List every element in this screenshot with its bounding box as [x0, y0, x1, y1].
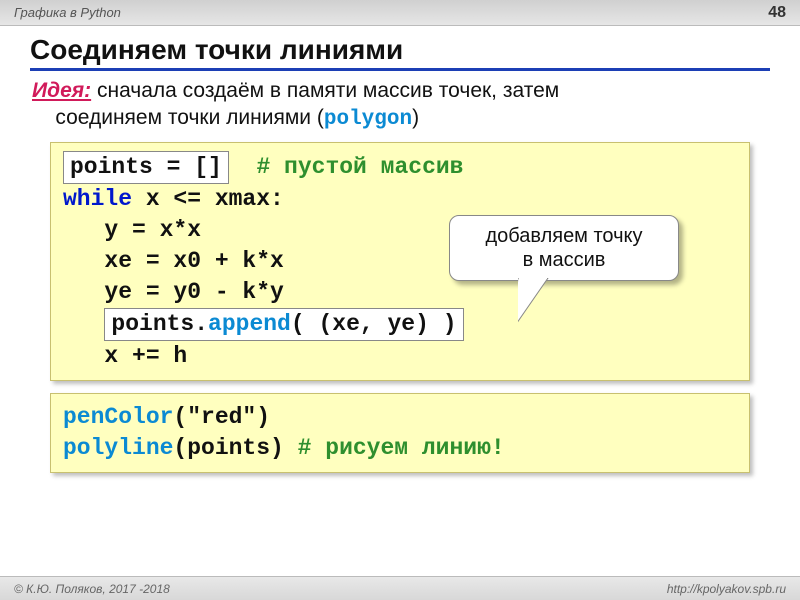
idea-paragraph: Идея: сначала создаём в памяти массив то… [30, 77, 770, 134]
idea-polygon: polygon [324, 108, 412, 131]
code1-l6-indent [63, 311, 104, 337]
code-block-1: points = [] # пустой массив while x <= x… [50, 142, 750, 381]
footer-copyright: © К.Ю. Поляков, 2017 -2018 [14, 582, 170, 596]
code1-line1: points = [] # пустой массив [63, 151, 737, 184]
callout-bubble: добавляем точку в массив [449, 215, 679, 281]
code1-line5: ye = y0 - k*y [63, 277, 737, 308]
code2-l2-rest: (points) [173, 435, 297, 461]
slide-content: Соединяем точки линиями Идея: сначала со… [0, 26, 800, 473]
code1-l2-rest: x <= xmax: [132, 186, 284, 212]
idea-text-1: сначала создаём в памяти массив точек, з… [97, 79, 559, 102]
idea-label: Идея: [32, 79, 91, 102]
callout-line2: в массив [460, 248, 668, 272]
slide-title: Соединяем точки линиями [30, 34, 770, 71]
callout-line1: добавляем точку [460, 224, 668, 248]
footer-url: http://kpolyakov.spb.ru [667, 582, 786, 596]
code-block-2: penColor("red") polyline(points) # рисуе… [50, 393, 750, 473]
code2-polyline-fn: polyline [63, 435, 173, 461]
topbar-title: Графика в Python [14, 5, 121, 20]
top-bar: Графика в Python 48 [0, 0, 800, 26]
idea-text-2: соединяем точки линиями ( [55, 106, 324, 129]
code1-while-kw: while [63, 186, 132, 212]
code2-line2: polyline(points) # рисуем линию! [63, 433, 737, 464]
code1-append-fn: append [208, 311, 291, 337]
code2-comment: # рисуем линию! [298, 435, 505, 461]
code1-comment-1: # пустой массив [256, 154, 463, 180]
code2-line1: penColor("red") [63, 402, 737, 433]
code2-l1-rest: ("red") [173, 404, 270, 430]
code1-l6-a: points. [111, 311, 208, 337]
footer-bar: © К.Ю. Поляков, 2017 -2018 http://kpolya… [0, 576, 800, 600]
idea-text-3: ) [412, 106, 419, 129]
code1-inline-box-2: points.append( (xe, ye) ) [104, 308, 463, 341]
code1-line7: x += h [63, 341, 737, 372]
code1-line6: points.append( (xe, ye) ) [63, 308, 737, 341]
code1-inline-box-1: points = [] [63, 151, 229, 184]
code2-pencolor-fn: penColor [63, 404, 173, 430]
page-number: 48 [768, 4, 786, 22]
code1-line2: while x <= xmax: [63, 184, 737, 215]
code1-l6-b: ( (xe, ye) ) [291, 311, 457, 337]
